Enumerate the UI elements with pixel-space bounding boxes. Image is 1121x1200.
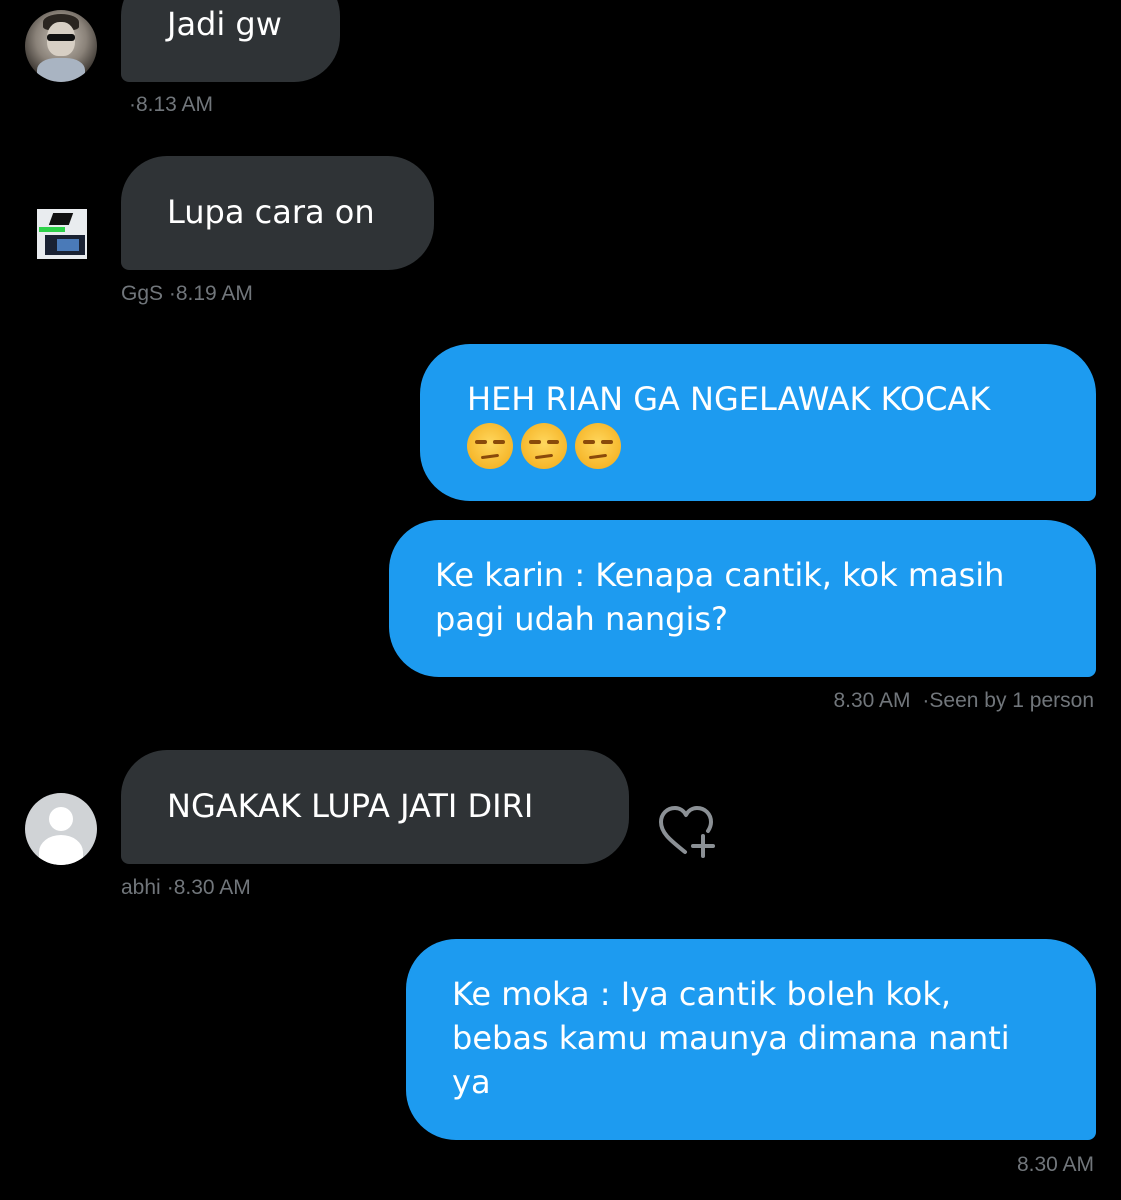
sender-name: abhi bbox=[121, 876, 161, 899]
sender-avatar[interactable] bbox=[25, 10, 97, 82]
heart-plus-icon[interactable] bbox=[655, 802, 719, 860]
message-text-line: pagi udah nangis? bbox=[435, 600, 728, 638]
message-timestamp: 8.30 AM bbox=[1016, 1153, 1094, 1176]
message-bubble-own[interactable]: Ke karin : Kenapa cantik, kok masih pagi… bbox=[389, 520, 1096, 677]
message-bubble[interactable]: Jadi gw bbox=[121, 0, 340, 82]
message-sender-timestamp: GgS ·8.19 AM bbox=[121, 282, 253, 305]
message-bubble[interactable]: Lupa cara on bbox=[121, 156, 434, 270]
sender-avatar[interactable] bbox=[37, 209, 87, 259]
unamused-face-emoji bbox=[521, 423, 567, 469]
message-text: NGAKAK LUPA JATI DIRI bbox=[167, 787, 534, 825]
emoji-row bbox=[467, 423, 1096, 469]
message-bubble[interactable]: NGAKAK LUPA JATI DIRI bbox=[121, 750, 629, 864]
message-text: Lupa cara on bbox=[167, 193, 375, 231]
person-icon bbox=[49, 807, 73, 831]
message-text-line: ya bbox=[452, 1063, 491, 1101]
message-text: HEH RIAN GA NGELAWAK KOCAK bbox=[467, 380, 991, 418]
sender-avatar[interactable] bbox=[25, 793, 97, 865]
message-text-line: bebas kamu maunya dimana nanti bbox=[452, 1019, 1010, 1057]
message-text-line: Ke moka : Iya cantik boleh kok, bbox=[452, 975, 952, 1013]
message-time: ·8.30 AM bbox=[166, 876, 251, 899]
message-bubble-own[interactable]: HEH RIAN GA NGELAWAK KOCAK bbox=[420, 344, 1096, 501]
message-text: Jadi gw bbox=[167, 5, 282, 43]
unamused-face-emoji bbox=[575, 423, 621, 469]
message-timestamp: ·8.13 AM bbox=[129, 93, 214, 116]
message-timestamp: 8.30 AM ·Seen by 1 person bbox=[833, 689, 1094, 713]
seen-status: ·Seen by 1 person bbox=[922, 689, 1094, 712]
message-bubble-own[interactable]: Ke moka : Iya cantik boleh kok, bebas ka… bbox=[406, 939, 1096, 1140]
message-time: 8.30 AM bbox=[833, 689, 911, 712]
unamused-face-emoji bbox=[467, 423, 513, 469]
message-sender-timestamp: abhi ·8.30 AM bbox=[121, 876, 251, 900]
message-text-line: Ke karin : Kenapa cantik, kok masih bbox=[435, 556, 1005, 594]
